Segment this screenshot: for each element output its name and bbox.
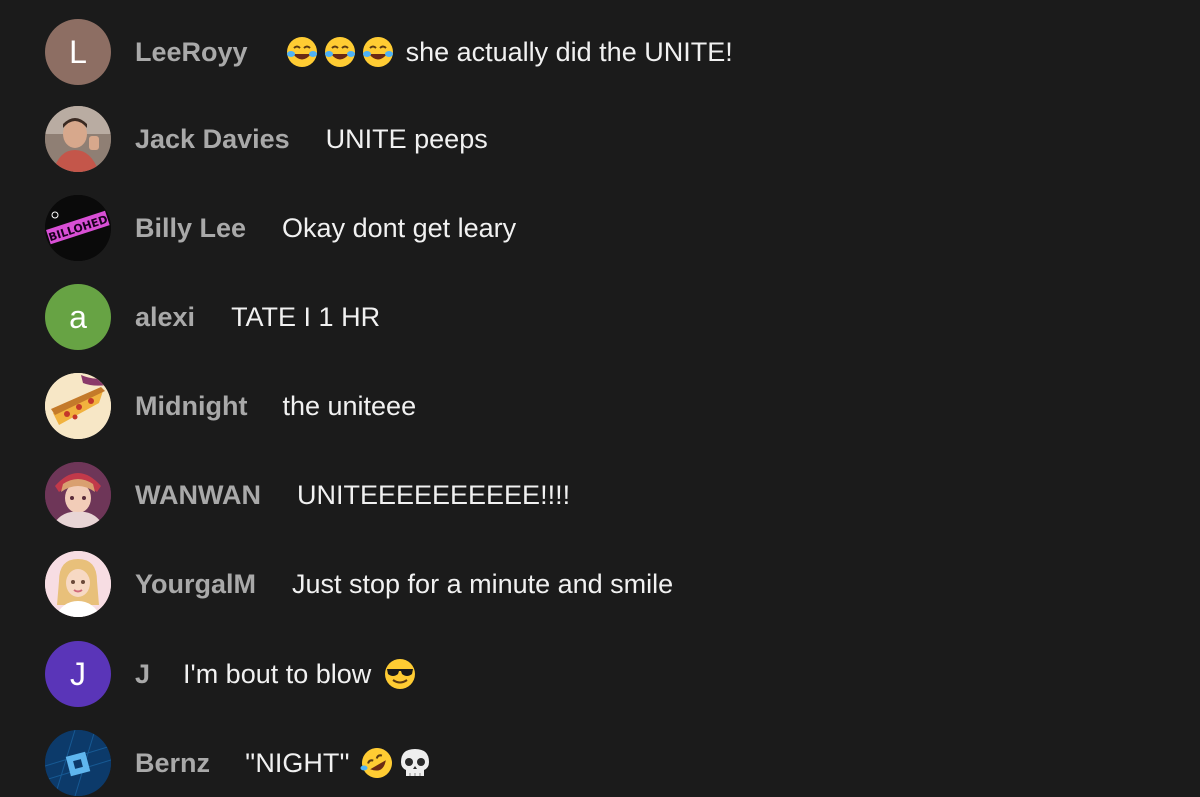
author-name[interactable]: Bernz xyxy=(135,748,210,779)
rolling-on-floor-laughing-icon xyxy=(360,746,394,780)
message-text-container: I'm bout to blow xyxy=(183,657,417,691)
message-text: TATE I 1 HR xyxy=(231,301,381,332)
author-name[interactable]: WANWAN xyxy=(135,480,261,511)
smiling-face-with-sunglasses-icon xyxy=(383,657,417,691)
message-text-container: ''NIGHT'' xyxy=(245,746,432,780)
avatar[interactable] xyxy=(45,462,111,528)
face-with-tears-of-joy-icon xyxy=(361,35,395,69)
chat-message: Bernz ''NIGHT'' xyxy=(45,729,432,797)
author-name[interactable]: YourgalM xyxy=(135,569,256,600)
avatar-logo: BILLOHED xyxy=(45,195,111,261)
avatar[interactable]: BILLOHED xyxy=(45,195,111,261)
avatar[interactable] xyxy=(45,106,111,172)
chat-message: YourgalM Just stop for a minute and smil… xyxy=(45,550,673,618)
author-name[interactable]: LeeRoyy xyxy=(135,37,248,68)
author-name[interactable]: Billy Lee xyxy=(135,213,246,244)
skull-icon xyxy=(398,746,432,780)
cube-icon xyxy=(45,730,111,796)
message-text: Just stop for a minute and smile xyxy=(292,568,674,599)
message-text: UNITE peeps xyxy=(325,123,488,154)
chat-message: BILLOHED Billy Lee Okay dont get leary xyxy=(45,194,516,262)
avatar-doll xyxy=(45,551,111,617)
author-name[interactable]: J xyxy=(135,659,150,690)
chat-message: Jack Davies UNITE peeps xyxy=(45,105,488,173)
avatar-letter: J xyxy=(70,655,86,692)
avatar-anime xyxy=(45,462,111,528)
chat-message: a alexi TATE I 1 HR xyxy=(45,283,380,351)
message-text: I'm bout to blow xyxy=(183,658,372,689)
author-name[interactable]: alexi xyxy=(135,302,195,333)
face-with-tears-of-joy-icon xyxy=(323,35,357,69)
live-chat-list: L LeeRoyy she actually did the UNITE! Ja… xyxy=(0,0,1200,796)
chat-message: J J I'm bout to blow xyxy=(45,640,417,708)
avatar-letter: a xyxy=(69,298,87,335)
chat-message: WANWAN UNITEEEEEEEEEE!!!! xyxy=(45,461,570,529)
message-text: she actually did the UNITE! xyxy=(405,36,733,67)
avatar[interactable] xyxy=(45,373,111,439)
avatar[interactable]: J xyxy=(45,641,111,707)
author-name[interactable]: Jack Davies xyxy=(135,124,290,155)
avatar-letter: L xyxy=(69,33,87,70)
author-name[interactable]: Midnight xyxy=(135,391,247,422)
chat-message: L LeeRoyy she actually did the UNITE! xyxy=(45,18,733,86)
avatar-photo xyxy=(45,106,111,172)
avatar[interactable]: a xyxy=(45,284,111,350)
avatar[interactable] xyxy=(45,551,111,617)
avatar[interactable]: L xyxy=(45,19,111,85)
pizza-icon xyxy=(45,373,111,439)
message-text: the uniteee xyxy=(282,390,417,421)
message-text: ''NIGHT'' xyxy=(245,747,350,778)
message-text: UNITEEEEEEEEEE!!!! xyxy=(296,479,571,510)
message-text: Okay dont get leary xyxy=(282,212,517,243)
message-text-container: she actually did the UNITE! xyxy=(285,35,733,69)
avatar[interactable] xyxy=(45,730,111,796)
face-with-tears-of-joy-icon xyxy=(285,35,319,69)
chat-message: Midnight the uniteee xyxy=(45,372,416,440)
